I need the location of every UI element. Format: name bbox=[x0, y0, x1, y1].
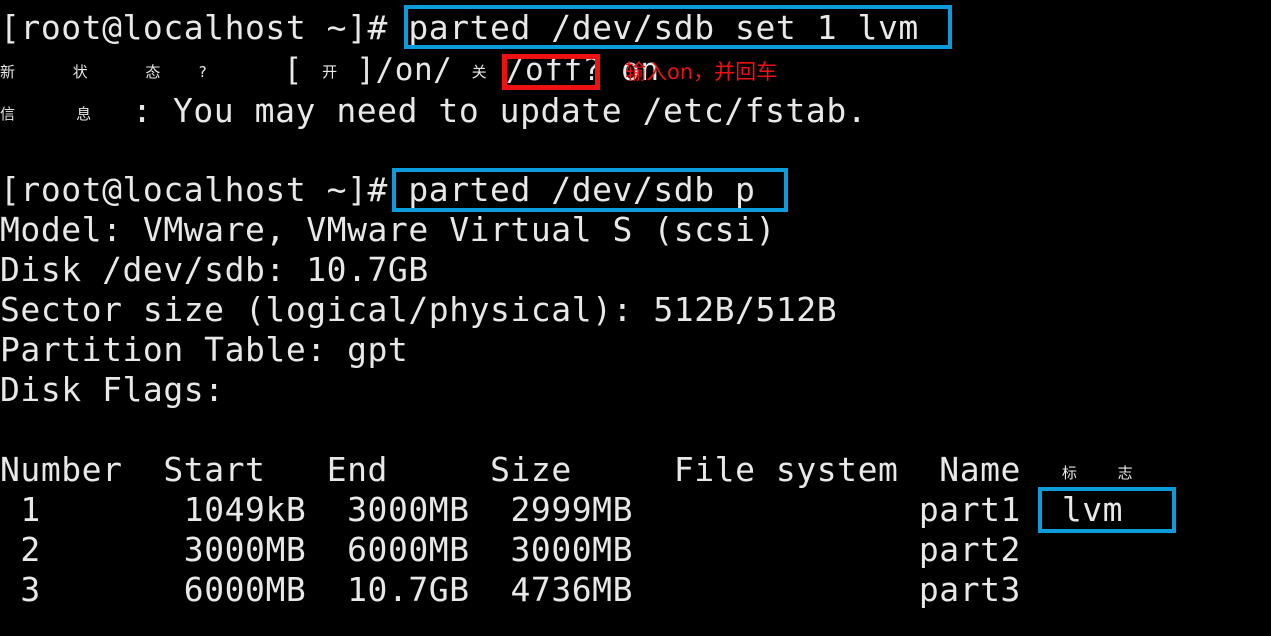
cell-start: 6000MB bbox=[183, 570, 307, 609]
cell-end: 10.7GB bbox=[347, 570, 470, 609]
info-label-xi-cjk: 息 bbox=[76, 105, 92, 123]
shell-prompt-2: [root@localhost ~]# bbox=[0, 170, 409, 209]
output-disk: Disk /dev/sdb: 10.7GB bbox=[0, 250, 429, 289]
partition-table-header: Number Start End Size File system Name 标… bbox=[0, 450, 1133, 493]
cell-number: 1 bbox=[20, 490, 41, 529]
command-parted-print[interactable]: parted /dev/sdb p bbox=[408, 170, 755, 209]
terminal-line-info: 信 息 : You may need to update /etc/fstab. bbox=[0, 91, 867, 134]
column-header-flags-zhi-cjk: 志 bbox=[1117, 464, 1133, 482]
table-row: 3 6000MB 10.7GB 4736MB part3 bbox=[0, 570, 1021, 610]
cell-name: part2 bbox=[918, 530, 1021, 569]
cell-size: 3000MB bbox=[510, 530, 634, 569]
state-off-option: /off? bbox=[505, 52, 602, 88]
table-row: 2 3000MB 6000MB 3000MB part2 bbox=[0, 530, 1021, 570]
state-label-new-cjk: 新 bbox=[0, 63, 16, 81]
column-header-number: Number bbox=[0, 450, 123, 489]
state-question-mark: ? bbox=[198, 63, 207, 81]
terminal-line-state-prompt: 新 状 态 ? [ 开 ]/on/ 关 /off? on bbox=[0, 50, 660, 92]
cell-flags: lvm bbox=[1061, 490, 1124, 529]
cell-size: 2999MB bbox=[510, 490, 634, 529]
state-label-state-cjk: 状 bbox=[72, 63, 88, 81]
cell-end: 3000MB bbox=[347, 490, 470, 529]
cell-start: 1049kB bbox=[183, 490, 307, 529]
cell-size: 4736MB bbox=[510, 570, 634, 609]
command-parted-set-lvm[interactable]: parted /dev/sdb set 1 lvm bbox=[408, 8, 918, 47]
state-bracket-close-on: ]/on/ bbox=[356, 52, 453, 88]
cell-name: part1 bbox=[918, 490, 1021, 529]
output-sector-size: Sector size (logical/physical): 512B/512… bbox=[0, 290, 838, 329]
column-header-name: Name bbox=[939, 450, 1021, 489]
output-disk-flags: Disk Flags: bbox=[0, 370, 225, 409]
state-on-cjk: 开 bbox=[322, 63, 338, 81]
shell-prompt-1: [root@localhost ~]# bbox=[0, 8, 409, 47]
output-model: Model: VMware, VMware Virtual S (scsi) bbox=[0, 210, 776, 249]
output-partition-table: Partition Table: gpt bbox=[0, 330, 409, 369]
column-header-file-system: File system bbox=[673, 450, 899, 489]
column-header-flags-biao-cjk: 标 bbox=[1061, 464, 1077, 482]
annotation-note-type-on: 输入on，并回车 bbox=[625, 60, 778, 84]
info-label-xin-cjk: 信 bbox=[0, 105, 16, 123]
table-row: 1 1049kB 3000MB 2999MB part1 lvm bbox=[0, 490, 1123, 530]
cell-number: 3 bbox=[20, 570, 41, 609]
terminal-window: [root@localhost ~]# parted /dev/sdb set … bbox=[0, 0, 1271, 636]
cell-number: 2 bbox=[20, 530, 41, 569]
terminal-line-command-2: [root@localhost ~]# parted /dev/sdb p bbox=[0, 170, 755, 210]
state-bracket-open: [ bbox=[283, 52, 303, 88]
column-header-end: End bbox=[326, 450, 388, 489]
cell-start: 3000MB bbox=[183, 530, 307, 569]
column-header-size: Size bbox=[490, 450, 572, 489]
cell-name: part3 bbox=[918, 570, 1021, 609]
info-message-text: : You may need to update /etc/fstab. bbox=[132, 91, 868, 130]
cell-end: 6000MB bbox=[347, 530, 470, 569]
state-label-tai-cjk: 态 bbox=[145, 63, 161, 81]
column-header-start: Start bbox=[163, 450, 266, 489]
state-off-cjk: 关 bbox=[471, 63, 487, 81]
terminal-line-command-1: [root@localhost ~]# parted /dev/sdb set … bbox=[0, 8, 919, 48]
